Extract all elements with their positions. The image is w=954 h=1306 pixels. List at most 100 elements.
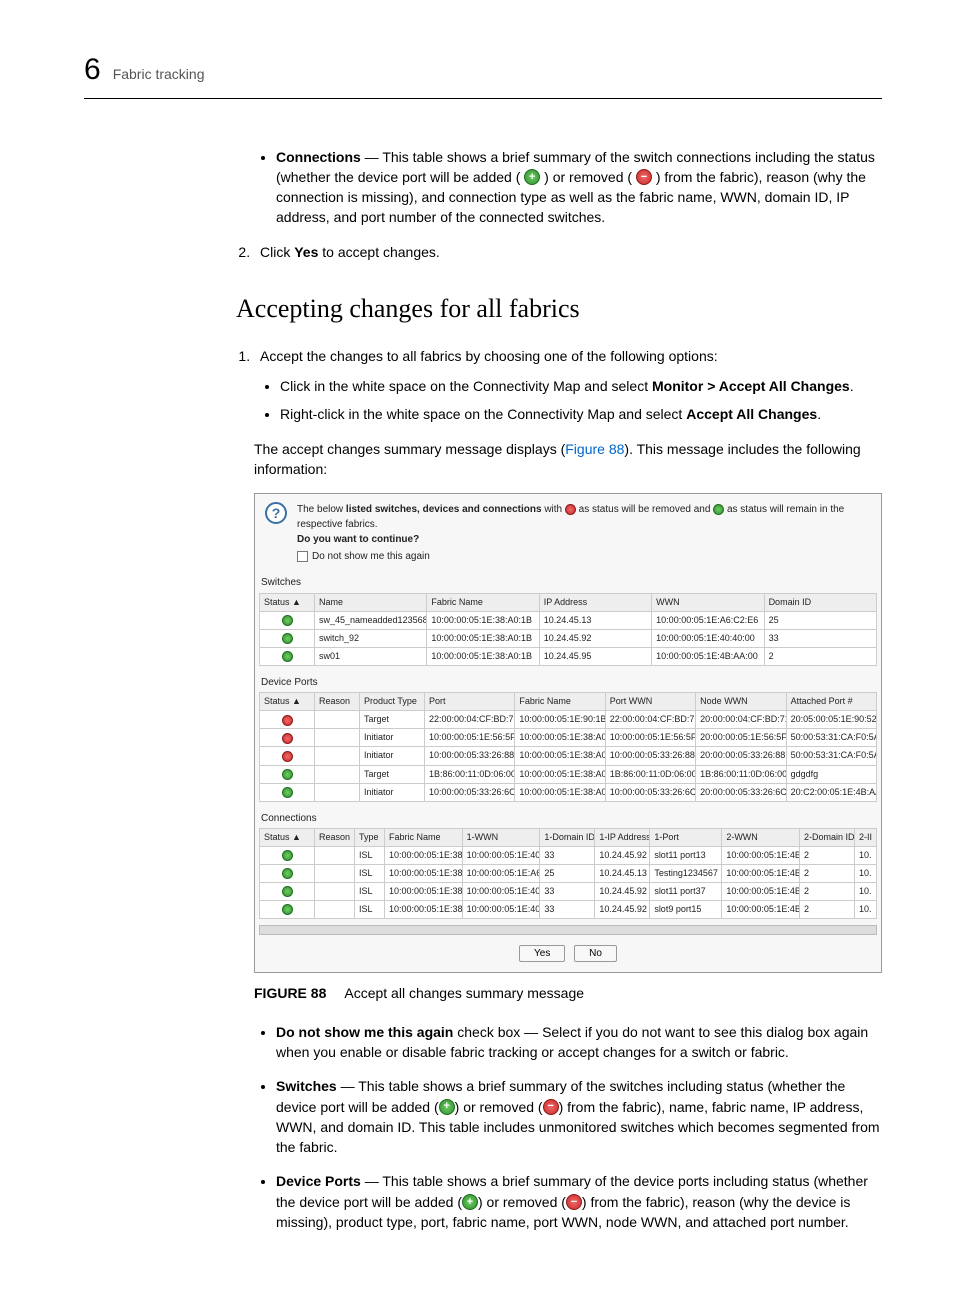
table-header[interactable]: Status ▲ bbox=[260, 593, 315, 611]
opt-b-post: . bbox=[817, 406, 821, 422]
accept-pre: The accept changes summary message displ… bbox=[254, 441, 565, 457]
do-not-show-checkbox[interactable]: Do not show me this again bbox=[297, 549, 871, 564]
table-row[interactable]: ISL10:00:00:05:1E:38:A0:1B10:00:00:05:1E… bbox=[260, 901, 877, 919]
table-header[interactable]: Port bbox=[425, 693, 515, 711]
connections-section-label: Connections bbox=[255, 808, 881, 827]
table-header[interactable]: 1-Domain ID bbox=[540, 829, 595, 847]
c-bold: Device Ports bbox=[276, 1173, 361, 1189]
device-ports-section-label: Device Ports bbox=[255, 672, 881, 691]
step-1: Accept the changes to all fabrics by cho… bbox=[254, 346, 882, 425]
figure-link[interactable]: Figure 88 bbox=[565, 441, 624, 457]
yes-button[interactable]: Yes bbox=[519, 945, 565, 962]
switches-section-label: Switches bbox=[255, 572, 881, 591]
plus-icon bbox=[282, 850, 293, 861]
section-heading: Accepting changes for all fabrics bbox=[236, 290, 882, 328]
table-row[interactable]: Initiator10:00:00:05:1E:56:5F:B110:00:00… bbox=[260, 729, 877, 747]
plus-icon bbox=[282, 787, 293, 798]
table-header[interactable]: Port WWN bbox=[605, 693, 695, 711]
connections-label: Connections bbox=[276, 149, 361, 165]
text-b: ) or removed ( bbox=[544, 169, 632, 185]
opt-a-bold: Monitor > Accept All Changes bbox=[652, 378, 850, 394]
table-header[interactable]: Attached Port # bbox=[786, 693, 876, 711]
table-header[interactable]: Node WWN bbox=[696, 693, 786, 711]
table-header[interactable]: Status ▲ bbox=[260, 693, 315, 711]
step2-list: Click Yes to accept changes. bbox=[254, 242, 882, 262]
chapter-title: Fabric tracking bbox=[113, 64, 205, 84]
minus-icon bbox=[282, 715, 293, 726]
table-header[interactable]: Fabric Name bbox=[515, 693, 605, 711]
table-header[interactable]: Reason bbox=[315, 829, 355, 847]
plus-icon: + bbox=[462, 1194, 478, 1210]
table-row[interactable]: Initiator10:00:00:05:33:26:88:3E10:00:00… bbox=[260, 747, 877, 765]
plus-icon bbox=[282, 615, 293, 626]
table-row[interactable]: ISL10:00:00:05:1E:38:A0:1B10:00:00:05:1E… bbox=[260, 865, 877, 883]
table-row[interactable]: switch_9210:00:00:05:1E:38:A0:1B10.24.45… bbox=[260, 629, 877, 647]
opt-b-bold: Accept All Changes bbox=[686, 406, 817, 422]
table-row[interactable]: ISL10:00:00:05:1E:38:A0:1B10:00:00:05:1E… bbox=[260, 847, 877, 865]
minus-icon: − bbox=[636, 169, 652, 185]
table-header[interactable]: IP Address bbox=[539, 593, 651, 611]
step-2: Click Yes to accept changes. bbox=[254, 242, 882, 262]
table-row[interactable]: Target1B:86:00:11:0D:06:00:0010:00:00:05… bbox=[260, 765, 877, 783]
minus-icon: − bbox=[543, 1099, 559, 1115]
b-b: ) or removed ( bbox=[455, 1099, 543, 1115]
connections-bullet-list: Connections — This table shows a brief s… bbox=[276, 147, 882, 228]
page-header: 6 Fabric tracking bbox=[84, 48, 882, 99]
step1-list: Accept the changes to all fabrics by cho… bbox=[254, 346, 882, 425]
plus-icon bbox=[282, 904, 293, 915]
table-row[interactable]: sw_45_nameadded12356810:00:00:05:1E:38:A… bbox=[260, 611, 877, 629]
switches-table: Status ▲NameFabric NameIP AddressWWNDoma… bbox=[259, 593, 877, 666]
table-row[interactable]: sw0110:00:00:05:1E:38:A0:1B10.24.45.9510… bbox=[260, 647, 877, 665]
opt-a: Click in the white space on the Connecti… bbox=[280, 376, 882, 396]
accept-para: The accept changes summary message displ… bbox=[254, 439, 882, 480]
table-header[interactable]: 1-Port bbox=[650, 829, 722, 847]
table-header[interactable]: 2-Domain ID bbox=[800, 829, 855, 847]
opt-a-pre: Click in the white space on the Connecti… bbox=[280, 378, 652, 394]
table-row[interactable]: ISL10:00:00:05:1E:38:A0:1B10:00:00:05:1E… bbox=[260, 883, 877, 901]
msg-b: listed switches, devices and connections bbox=[346, 504, 542, 515]
table-header[interactable]: 1-IP Address bbox=[595, 829, 650, 847]
plus-icon bbox=[282, 651, 293, 662]
msg-c: with bbox=[542, 504, 565, 515]
opt-b-pre: Right-click in the white space on the Co… bbox=[280, 406, 686, 422]
table-header[interactable]: Name bbox=[315, 593, 427, 611]
table-header[interactable]: Domain ID bbox=[764, 593, 876, 611]
table-header[interactable]: 2-WWN bbox=[722, 829, 800, 847]
table-header[interactable]: Fabric Name bbox=[427, 593, 539, 611]
plus-icon bbox=[282, 886, 293, 897]
table-header[interactable]: 1-WWN bbox=[462, 829, 540, 847]
step1-intro: Accept the changes to all fabrics by cho… bbox=[260, 348, 718, 364]
table-header[interactable]: Fabric Name bbox=[385, 829, 463, 847]
msg-d: as status will be removed and bbox=[576, 504, 713, 515]
dialog-message: The below listed switches, devices and c… bbox=[297, 502, 871, 564]
plus-icon bbox=[282, 633, 293, 644]
bullet-switches: Switches — This table shows a brief summ… bbox=[276, 1076, 882, 1157]
table-header[interactable]: Type bbox=[355, 829, 385, 847]
plus-icon bbox=[282, 868, 293, 879]
minus-icon bbox=[565, 504, 576, 515]
no-button[interactable]: No bbox=[574, 945, 617, 962]
step2-suf: to accept changes. bbox=[318, 244, 439, 260]
table-row[interactable]: Target22:00:00:04:CF:BD:71:1B10:00:00:05… bbox=[260, 711, 877, 729]
table-header[interactable]: Status ▲ bbox=[260, 829, 315, 847]
minus-icon: − bbox=[566, 1194, 582, 1210]
figure-label: FIGURE 88 bbox=[254, 985, 326, 1001]
minus-icon bbox=[282, 733, 293, 744]
checkbox-label: Do not show me this again bbox=[312, 549, 430, 564]
table-row[interactable]: Initiator10:00:00:05:33:26:6C:E510:00:00… bbox=[260, 783, 877, 801]
table-header[interactable]: 2-II bbox=[855, 829, 877, 847]
figure-caption: FIGURE 88 Accept all changes summary mess… bbox=[254, 983, 882, 1003]
table-header[interactable]: Product Type bbox=[360, 693, 425, 711]
table-header[interactable]: Reason bbox=[315, 693, 360, 711]
figure-text: Accept all changes summary message bbox=[344, 985, 584, 1001]
question-icon: ? bbox=[265, 502, 287, 524]
plus-icon: + bbox=[439, 1099, 455, 1115]
bullet-do-not-show: Do not show me this again check box — Se… bbox=[276, 1022, 882, 1063]
checkbox-icon[interactable] bbox=[297, 551, 308, 562]
table-header[interactable]: WWN bbox=[652, 593, 764, 611]
bullet-device-ports: Device Ports — This table shows a brief … bbox=[276, 1171, 882, 1232]
connections-bullet: Connections — This table shows a brief s… bbox=[276, 147, 882, 228]
horizontal-scrollbar[interactable] bbox=[259, 925, 877, 935]
plus-icon bbox=[713, 504, 724, 515]
b-bold: Switches bbox=[276, 1078, 337, 1094]
